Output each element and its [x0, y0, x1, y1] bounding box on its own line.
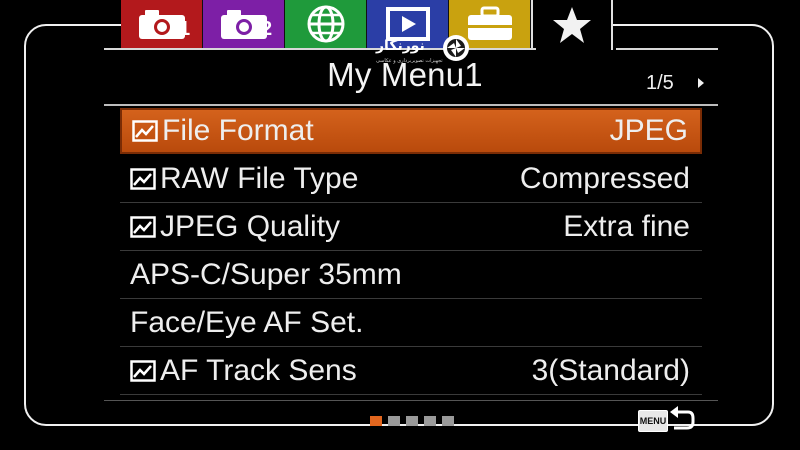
page-dots: [370, 416, 454, 426]
still-image-icon: [132, 120, 162, 142]
menu-item-label: AF Track Sens: [160, 353, 357, 387]
tab-underline-right: [616, 48, 718, 50]
menu-item-label: RAW File Type: [160, 161, 359, 195]
menu-item-raw-file-type[interactable]: RAW File Type Compressed: [120, 155, 702, 203]
page-dot-1: [370, 416, 382, 426]
menu-tab-bar: 1 2: [121, 0, 613, 50]
page-dot-4: [424, 416, 436, 426]
menu-item-aps-c-super-35mm[interactable]: APS-C/Super 35mm: [120, 251, 702, 299]
footer-divider: [104, 400, 718, 401]
menu-item-jpeg-quality[interactable]: JPEG Quality Extra fine: [120, 203, 702, 251]
menu-item-af-track-sens[interactable]: AF Track Sens 3(Standard): [120, 347, 702, 395]
page-dot-5: [442, 416, 454, 426]
menu-back-button[interactable]: MENU: [638, 404, 696, 438]
menu-item-label: Face/Eye AF Set.: [130, 305, 364, 339]
still-image-icon: [130, 359, 160, 382]
toolbox-icon: [466, 6, 514, 42]
menu-item-label: File Format: [162, 114, 314, 147]
page-dot-3: [406, 416, 418, 426]
menu-item-value: Compressed: [519, 161, 690, 195]
menu-item-value: JPEG: [609, 114, 688, 147]
globe-icon: [306, 4, 346, 44]
tab-number: 1: [179, 18, 191, 40]
menu-item-face-eye-af-set[interactable]: Face/Eye AF Set.: [120, 299, 702, 347]
tab-shooting-2[interactable]: 2: [203, 0, 285, 48]
menu-list: File Format JPEG RAW File Type Compresse…: [120, 108, 702, 395]
tab-number: 2: [261, 18, 273, 40]
page-indicator: 1/5: [646, 72, 674, 94]
tab-network[interactable]: [285, 0, 367, 48]
menu-item-label: JPEG Quality: [160, 209, 341, 243]
header-divider: [104, 104, 718, 106]
menu-button-badge: MENU: [638, 410, 668, 432]
menu-item-label: APS-C/Super 35mm: [130, 257, 402, 291]
star-icon: [552, 5, 592, 45]
still-image-icon: [130, 215, 160, 238]
menu-item-value: Extra fine: [563, 209, 690, 243]
tab-my-menu[interactable]: [531, 0, 613, 50]
page-title: My Menu1: [327, 56, 483, 93]
menu-item-file-format[interactable]: File Format JPEG: [120, 108, 702, 154]
tab-shooting-1[interactable]: 1: [121, 0, 203, 48]
still-image-icon: [130, 167, 160, 190]
page-dot-2: [388, 416, 400, 426]
watermark-brand: نورنگار: [376, 38, 425, 54]
return-arrow-icon: [668, 404, 696, 438]
menu-item-value: 3(Standard): [531, 353, 690, 387]
next-page-arrow-icon[interactable]: [698, 78, 704, 88]
